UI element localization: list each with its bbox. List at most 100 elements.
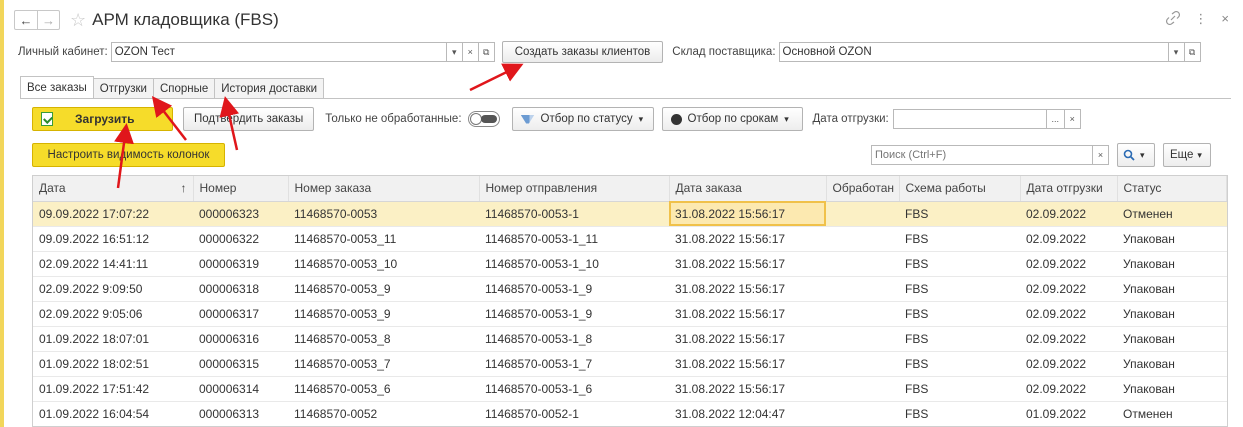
cell-order-number[interactable]: 11468570-0053	[288, 201, 479, 227]
column-header-status[interactable]: Статус	[1117, 176, 1227, 202]
table-row[interactable]: 01.09.2022 18:02:51 000006315 11468570-005…	[33, 351, 1227, 377]
table-row[interactable]: 02.09.2022 9:05:06 000006317 11468570-0053…	[33, 301, 1227, 327]
cell-order-number[interactable]: 11468570-0053_9	[288, 276, 479, 302]
table-row[interactable]: 01.09.2022 16:04:54 000006313 11468570-005…	[33, 401, 1227, 426]
table-row[interactable]: 02.09.2022 9:09:50 000006318 11468570-0053…	[33, 276, 1227, 302]
cell-date[interactable]: 02.09.2022 14:41:11	[33, 251, 193, 277]
cell-status[interactable]: Упакован	[1117, 326, 1227, 352]
back-arrow-icon[interactable]: ←	[15, 11, 37, 29]
cell-order-number[interactable]: 11468570-0053_11	[288, 226, 479, 252]
term-filter-button[interactable]: Отбор по срокам ▾	[661, 107, 803, 131]
forward-arrow-icon[interactable]: →	[37, 11, 59, 29]
cell-order-number[interactable]: 11468570-0052	[288, 401, 479, 426]
cell-number[interactable]: 000006319	[193, 251, 288, 277]
column-header-ship-date[interactable]: Дата отгрузки	[1020, 176, 1118, 202]
more-button[interactable]: Еще ▾	[1163, 143, 1211, 167]
cell-number[interactable]: 000006322	[193, 226, 288, 252]
cell-date[interactable]: 01.09.2022 16:04:54	[33, 401, 193, 426]
cell-number[interactable]: 000006315	[193, 351, 288, 377]
cell-order-date[interactable]: 31.08.2022 15:56:17	[669, 301, 826, 327]
cell-order-date[interactable]: 31.08.2022 15:56:17	[669, 326, 826, 352]
cell-shipment-number[interactable]: 11468570-0053-1_9	[479, 301, 669, 327]
cell-status[interactable]: Отменен	[1117, 201, 1227, 227]
only-unprocessed-toggle[interactable]	[467, 111, 500, 127]
cell-date[interactable]: 01.09.2022 17:51:42	[33, 376, 193, 402]
cell-scheme[interactable]: FBS	[899, 351, 1020, 377]
cell-status[interactable]: Упакован	[1117, 226, 1227, 252]
table-row[interactable]: 02.09.2022 14:41:11 000006319 11468570-005…	[33, 251, 1227, 277]
cell-scheme[interactable]: FBS	[899, 226, 1020, 252]
cell-scheme[interactable]: FBS	[899, 401, 1020, 426]
cell-ship-date[interactable]: 02.09.2022	[1020, 276, 1117, 302]
cell-number[interactable]: 000006314	[193, 376, 288, 402]
cell-ship-date[interactable]: 02.09.2022	[1020, 301, 1117, 327]
search-input[interactable]	[871, 145, 1093, 165]
cell-shipment-number[interactable]: 11468570-0053-1_9	[479, 276, 669, 302]
cell-ship-date[interactable]: 02.09.2022	[1020, 251, 1117, 277]
cell-date[interactable]: 02.09.2022 9:09:50	[33, 276, 193, 302]
close-icon[interactable]: ×	[1221, 11, 1229, 28]
cell-shipment-number[interactable]: 11468570-0053-1	[479, 201, 669, 227]
cell-date[interactable]: 09.09.2022 16:51:12	[33, 226, 193, 252]
cell-ship-date[interactable]: 02.09.2022	[1020, 351, 1117, 377]
cell-number[interactable]: 000006313	[193, 401, 288, 426]
cell-date[interactable]: 01.09.2022 18:02:51	[33, 351, 193, 377]
cell-order-number[interactable]: 11468570-0053_9	[288, 301, 479, 327]
warehouse-field[interactable]: Основной OZON	[778, 42, 1169, 62]
ship-date-picker-button[interactable]: ...	[1046, 109, 1065, 129]
table-row[interactable]: 01.09.2022 18:07:01 000006316 11468570-005…	[33, 326, 1227, 352]
cell-order-date[interactable]: 31.08.2022 15:56:17	[669, 201, 826, 227]
cell-processed[interactable]	[826, 201, 899, 227]
configure-columns-button[interactable]: Настроить видимость колонок	[32, 143, 225, 167]
cell-processed[interactable]	[826, 226, 899, 252]
cell-number[interactable]: 000006323	[193, 201, 288, 227]
cell-ship-date[interactable]: 02.09.2022	[1020, 226, 1117, 252]
more-menu-icon[interactable]: ⋮	[1194, 11, 1207, 28]
load-button[interactable]: Загрузить	[32, 107, 173, 131]
cell-status[interactable]: Упакован	[1117, 376, 1227, 402]
cell-status[interactable]: Упакован	[1117, 276, 1227, 302]
column-header-shipment-number[interactable]: Номер отправления	[479, 176, 670, 202]
table-row[interactable]: 01.09.2022 17:51:42 000006314 11468570-005…	[33, 376, 1227, 402]
status-filter-button[interactable]: Отбор по статусу ▾	[511, 107, 654, 131]
table-row[interactable]: 09.09.2022 16:51:12 000006322 11468570-005…	[33, 226, 1227, 252]
cell-scheme[interactable]: FBS	[899, 301, 1020, 327]
cell-shipment-number[interactable]: 11468570-0053-1_11	[479, 226, 669, 252]
ship-date-field[interactable]	[892, 109, 1047, 129]
cell-order-number[interactable]: 11468570-0053_8	[288, 326, 479, 352]
create-client-orders-button[interactable]: Создать заказы клиентов	[501, 41, 664, 63]
cell-order-number[interactable]: 11468570-0053_10	[288, 251, 479, 277]
tab-all-orders[interactable]: Все заказы	[20, 76, 94, 98]
cell-status[interactable]: Упакован	[1117, 351, 1227, 377]
cell-shipment-number[interactable]: 11468570-0053-1_7	[479, 351, 669, 377]
column-header-scheme[interactable]: Схема работы	[899, 176, 1021, 202]
cell-ship-date[interactable]: 02.09.2022	[1020, 376, 1117, 402]
cabinet-field[interactable]: OZON Тест	[110, 42, 447, 62]
cabinet-dropdown-icon[interactable]: ▾	[446, 42, 463, 62]
cell-scheme[interactable]: FBS	[899, 276, 1020, 302]
cell-status[interactable]: Упакован	[1117, 251, 1227, 277]
cell-processed[interactable]	[826, 276, 899, 302]
cell-date[interactable]: 09.09.2022 17:07:22	[33, 201, 193, 227]
tab-delivery-history[interactable]: История доставки	[214, 78, 325, 98]
cell-scheme[interactable]: FBS	[899, 201, 1020, 227]
cell-status[interactable]: Упакован	[1117, 301, 1227, 327]
cell-order-date[interactable]: 31.08.2022 15:56:17	[669, 251, 826, 277]
cell-date[interactable]: 02.09.2022 9:05:06	[33, 301, 193, 327]
cabinet-clear-icon[interactable]: ×	[462, 42, 479, 62]
cell-processed[interactable]	[826, 301, 899, 327]
cell-date[interactable]: 01.09.2022 18:07:01	[33, 326, 193, 352]
cell-order-date[interactable]: 31.08.2022 12:04:47	[669, 401, 826, 426]
cell-order-date[interactable]: 31.08.2022 15:56:17	[669, 276, 826, 302]
cell-scheme[interactable]: FBS	[899, 326, 1020, 352]
favorite-star-icon[interactable]: ☆	[70, 10, 86, 31]
cell-ship-date[interactable]: 02.09.2022	[1020, 201, 1117, 227]
cell-order-number[interactable]: 11468570-0053_6	[288, 376, 479, 402]
cell-order-date[interactable]: 31.08.2022 15:56:17	[669, 351, 826, 377]
link-icon[interactable]	[1166, 10, 1181, 28]
cell-number[interactable]: 000006318	[193, 276, 288, 302]
cell-number[interactable]: 000006316	[193, 326, 288, 352]
warehouse-dropdown-icon[interactable]: ▾	[1168, 42, 1185, 62]
ship-date-clear-icon[interactable]: ×	[1064, 109, 1081, 129]
column-header-order-date[interactable]: Дата заказа	[669, 176, 827, 202]
